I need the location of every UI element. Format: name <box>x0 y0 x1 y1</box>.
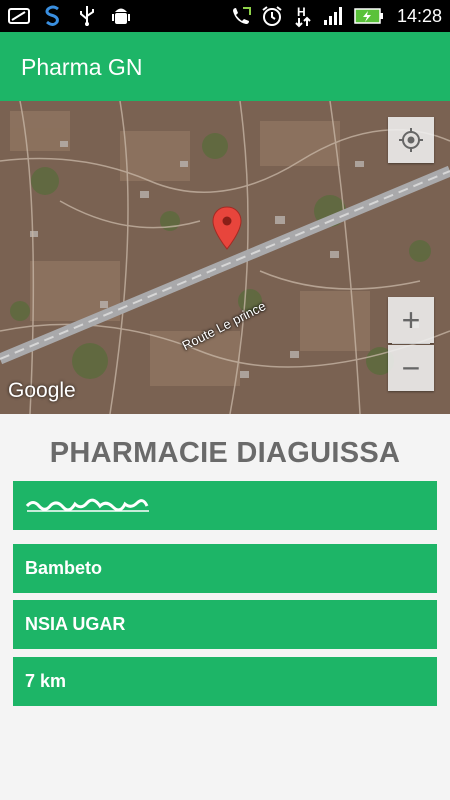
s-app-icon <box>42 5 64 27</box>
app-title: Pharma GN <box>21 54 143 80</box>
svg-text:H: H <box>297 5 306 19</box>
signal-icon <box>323 5 345 27</box>
usb-icon <box>76 5 98 27</box>
alarm-icon <box>261 5 283 27</box>
my-location-button[interactable] <box>388 117 434 163</box>
hspa-data-icon: H <box>292 5 314 28</box>
zoom-out-button[interactable]: − <box>388 345 434 391</box>
insurer-value: NSIA UGAR <box>25 614 126 634</box>
status-bar-left <box>8 5 132 27</box>
map-view[interactable]: Route Le prince + − Google <box>0 101 450 414</box>
satellite-imagery <box>0 101 450 414</box>
area-value: Bambeto <box>25 558 103 578</box>
location-marker-icon[interactable] <box>212 206 242 250</box>
redacted-phone-scribble <box>25 498 149 512</box>
phone-field[interactable] <box>13 481 437 530</box>
status-bar-right: H 14:28 <box>230 4 442 28</box>
zoom-divider <box>392 343 430 344</box>
status-time: 14:28 <box>396 6 442 26</box>
pharmacy-name: PHARMACIE DIAGUISSA <box>49 437 401 469</box>
insurer-field: NSIA UGAR <box>13 600 437 649</box>
screen-cast-icon <box>8 5 30 27</box>
google-logo: Google <box>8 379 76 402</box>
call-forward-icon <box>230 5 252 27</box>
battery-charging-icon <box>354 5 384 27</box>
zoom-in-button[interactable]: + <box>388 297 434 343</box>
distance-field: 7 km <box>13 657 437 706</box>
minus-icon: − <box>401 350 421 386</box>
android-debug-icon <box>110 5 132 27</box>
plus-icon: + <box>401 302 421 338</box>
app-bar: Pharma GN <box>0 32 450 101</box>
distance-value: 7 km <box>25 671 67 691</box>
crosshair-icon <box>399 128 423 152</box>
area-field: Bambeto <box>13 544 437 593</box>
status-bar: H 14:28 <box>0 0 450 32</box>
